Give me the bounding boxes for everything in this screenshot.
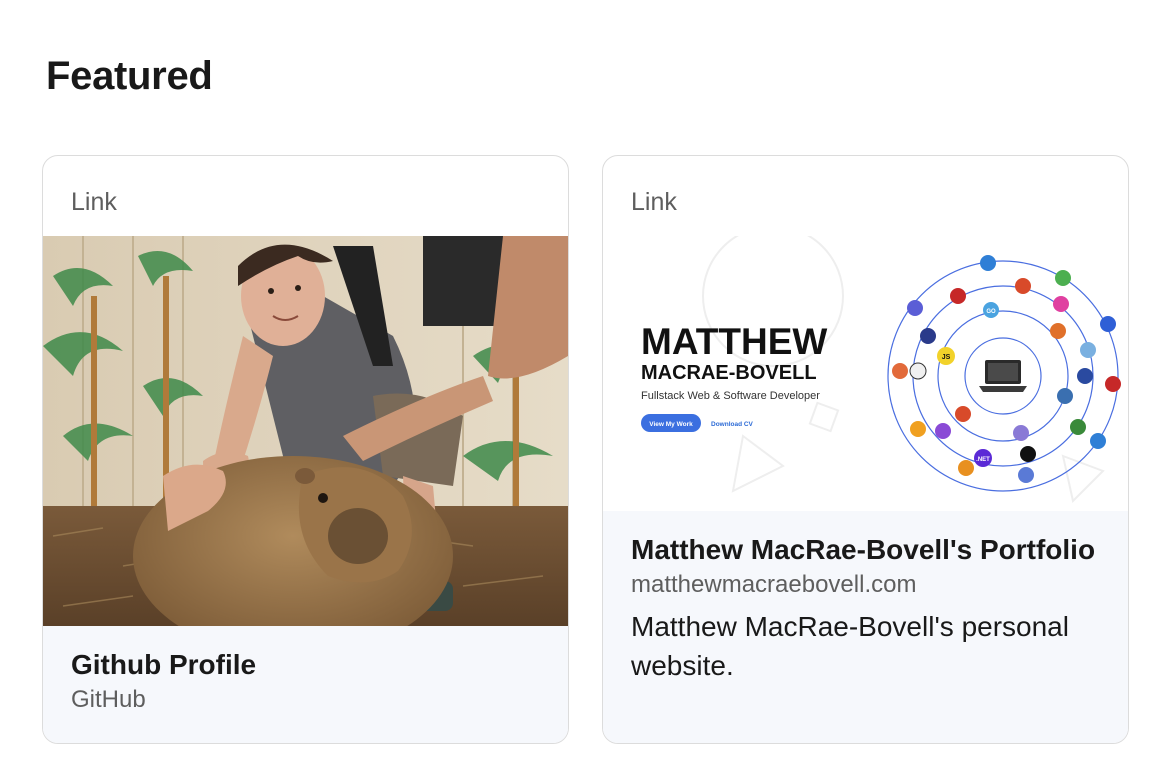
card-description: Matthew MacRae-Bovell's personal website… [631, 611, 1069, 681]
thumb-tagline: Fullstack Web & Software Developer [641, 390, 820, 402]
card-image-portfolio-thumbnail: MATTHEW MACRAE-BOVELL Fullstack Web & So… [603, 236, 1128, 511]
thumb-secondary-link: Download CV [711, 421, 754, 428]
thumb-name-line2: MACRAE-BOVELL [641, 362, 817, 384]
thumb-badge-js: JS [942, 354, 951, 361]
thumb-name-line1: MATTHEW [641, 321, 827, 362]
card-meta: Github Profile GitHub [43, 626, 568, 743]
thumb-badge-net: .NET [976, 457, 990, 463]
thumb-badge-go: GO [986, 309, 996, 315]
featured-section: Featured Link Github Profile GitHub Link… [0, 0, 1150, 780]
card-meta: Matthew MacRae-Bovell's Portfolio matthe… [603, 511, 1128, 743]
card-image-photo [43, 236, 568, 626]
card-subtitle: GitHub [71, 686, 146, 713]
card-title: Github Profile [71, 649, 257, 680]
featured-card-portfolio[interactable]: Link MATTHEW MACRAE-BOVELL Fullstack Web… [602, 155, 1129, 744]
card-title: Matthew MacRae-Bovell's Portfolio [631, 534, 1096, 565]
card-subtitle: matthewmacraebovell.com [631, 571, 917, 598]
section-title: Featured [46, 54, 213, 98]
featured-card-github[interactable]: Link Github Profile GitHub [42, 155, 569, 744]
thumb-primary-button: View My Work [649, 421, 693, 428]
card-kind-label: Link [631, 188, 677, 216]
card-kind-label: Link [71, 188, 117, 216]
